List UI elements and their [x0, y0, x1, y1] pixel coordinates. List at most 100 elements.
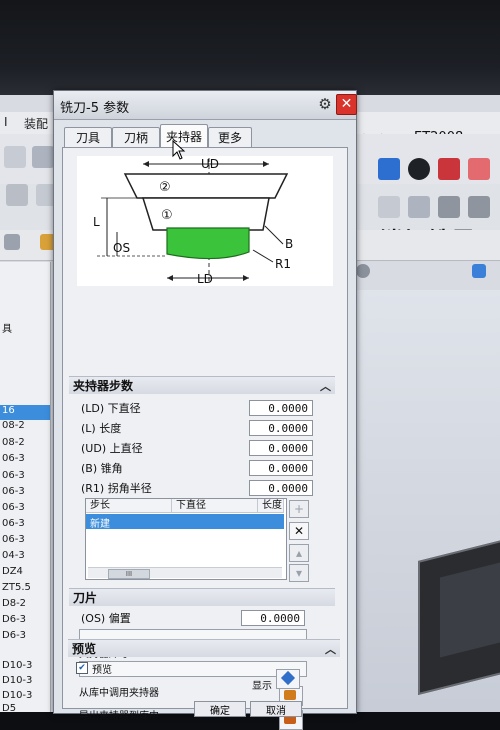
holder-tab-panel: UD ② ① L OS B R1 LD 夹持器步数 ︿ (LD) 下直径 0.0…: [62, 147, 348, 730]
tree-item[interactable]: 08-2: [0, 437, 50, 452]
tree-item[interactable]: DZ4: [0, 566, 50, 581]
tree-item[interactable]: 06-3: [0, 518, 50, 533]
table-row[interactable]: 新建: [86, 514, 284, 530]
tab-holder-shank[interactable]: 刀柄: [112, 127, 160, 148]
menu-item-i[interactable]: I: [4, 115, 8, 129]
tree-item[interactable]: 06-3: [0, 453, 50, 468]
tree-item[interactable]: 08-2: [0, 420, 50, 435]
menu-item-assembly[interactable]: 装配: [24, 115, 48, 132]
offset-field[interactable]: 0.0000: [241, 610, 305, 626]
tree-item[interactable]: 06-3: [0, 534, 50, 549]
b-label: B: [285, 237, 293, 251]
library-load-icon: [284, 690, 296, 700]
preview-section-header[interactable]: 预览 ︿: [68, 639, 340, 657]
holder-diagram: UD ② ① L OS B R1 LD: [77, 156, 333, 286]
grid-cube-icon[interactable]: [468, 158, 490, 180]
sketch-icon[interactable]: [408, 196, 430, 218]
ok-button[interactable]: 确定: [194, 701, 246, 717]
taper-angle-field[interactable]: 0.0000: [249, 460, 313, 476]
table-row-new: 新建: [90, 519, 110, 530]
tab-more[interactable]: 更多: [208, 127, 252, 148]
tree-item[interactable]: 06-3: [0, 486, 50, 501]
holder-lib-number-field[interactable]: [79, 661, 307, 677]
tree-header: 具: [2, 324, 12, 335]
cancel-button[interactable]: 取消: [250, 701, 302, 717]
upper-diameter-label: (UD) 上直径: [81, 442, 143, 455]
tree-item[interactable]: 06-3: [0, 502, 50, 517]
tree-item[interactable]: D10-3: [0, 660, 50, 675]
holder-steps-table[interactable]: 步长 下直径 长度 新建 III: [85, 498, 287, 580]
monitor-bezel: [0, 0, 500, 95]
shading-icon[interactable]: [408, 158, 430, 180]
ld-label: LD: [197, 272, 213, 286]
column-header-lower-diameter[interactable]: 下直径: [172, 499, 258, 513]
tree-item[interactable]: D5: [0, 703, 50, 718]
tab-tool[interactable]: 刀具: [64, 127, 112, 148]
tree-item[interactable]: D6-3: [0, 614, 50, 629]
view-cube-icon[interactable]: [472, 264, 486, 278]
show-label: 显示: [252, 681, 272, 692]
tree-item[interactable]: D6-3: [0, 630, 50, 645]
offset-label: (OS) 偏置: [81, 612, 131, 625]
preview-checkbox-label: 预览: [92, 665, 112, 676]
mouse-pointer-icon: [172, 140, 186, 160]
corner-radius-field[interactable]: 0.0000: [249, 480, 313, 496]
workpiece-pocket: [440, 562, 500, 658]
holder-steps-header[interactable]: 夹持器步数 ︿: [69, 376, 335, 394]
preview-section-title: 预览: [72, 642, 97, 656]
export-to-lib-label: 导出夹持器到库中: [79, 711, 159, 722]
cut-icon[interactable]: [468, 196, 490, 218]
blade-section-title: 刀片: [73, 591, 98, 605]
move-up-icon[interactable]: ▴: [289, 544, 309, 562]
gear-icon[interactable]: ⚙: [316, 95, 334, 113]
step-2-label: ②: [159, 180, 171, 195]
feature-tree-panel: 具 16 08-2 08-2 06-3 06-3 06-3 06-3 06-3 …: [0, 262, 51, 714]
length-label: (L) 长度: [81, 422, 122, 435]
column-header-length[interactable]: 长度: [258, 499, 284, 513]
filter-icon[interactable]: [4, 234, 20, 250]
dialog-title: 铣刀-5 参数: [60, 101, 130, 116]
tree-item[interactable]: ZT5.5: [0, 582, 50, 597]
step-1-label: ①: [161, 208, 173, 223]
tree-item[interactable]: 04-3: [0, 550, 50, 565]
corner-radius-label: (R1) 拐角半径: [81, 482, 152, 495]
r1-label: R1: [275, 257, 291, 271]
dialog-titlebar[interactable]: 铣刀-5 参数 ⚙ ✕: [54, 91, 357, 120]
holder-steps-title: 夹持器步数: [73, 379, 134, 393]
snap-icon[interactable]: [356, 264, 370, 278]
lower-diameter-label: (LD) 下直径: [81, 402, 141, 415]
chevron-up-icon[interactable]: ︿: [325, 641, 336, 659]
chevron-up-icon[interactable]: ︿: [320, 378, 331, 396]
upper-diameter-field[interactable]: 0.0000: [249, 440, 313, 456]
blade-section-header[interactable]: 刀片: [69, 588, 335, 606]
feature-icon[interactable]: [378, 196, 400, 218]
cube-icon[interactable]: [378, 158, 400, 180]
close-icon[interactable]: ✕: [336, 94, 357, 115]
length-field[interactable]: 0.0000: [249, 420, 313, 436]
scrollbar-thumb[interactable]: III: [108, 569, 150, 579]
axis-icon[interactable]: [6, 184, 28, 206]
show-icon: [280, 670, 296, 686]
solid-icon[interactable]: [438, 196, 460, 218]
horizontal-scrollbar[interactable]: III: [88, 567, 282, 579]
column-header-step[interactable]: 步长: [86, 499, 172, 513]
move-down-icon[interactable]: ▾: [289, 564, 309, 582]
l-label: L: [93, 215, 100, 229]
red-cube-icon[interactable]: [438, 158, 460, 180]
tree-item[interactable]: D10-3: [0, 675, 50, 690]
tool-parameters-dialog: 铣刀-5 参数 ⚙ ✕ 刀具 刀柄 夹持器 更多 UD ② ① L OS B R…: [53, 90, 357, 730]
tree-item[interactable]: 16: [0, 405, 50, 420]
undo-icon[interactable]: [4, 146, 26, 168]
tool-icon[interactable]: [32, 146, 54, 168]
show-button[interactable]: [276, 669, 300, 689]
taper-angle-label: (B) 锥角: [81, 462, 123, 475]
tree-item[interactable]: 06-3: [0, 470, 50, 485]
os-label: OS: [113, 241, 130, 255]
lower-diameter-field[interactable]: 0.0000: [249, 400, 313, 416]
ud-label: UD: [201, 157, 219, 171]
add-step-icon[interactable]: +: [289, 500, 309, 518]
preview-checkbox[interactable]: ✔: [76, 662, 88, 674]
delete-step-icon[interactable]: ✕: [289, 522, 309, 540]
load-from-lib-label: 从库中调用夹持器: [79, 688, 159, 699]
tree-item[interactable]: D8-2: [0, 598, 50, 613]
